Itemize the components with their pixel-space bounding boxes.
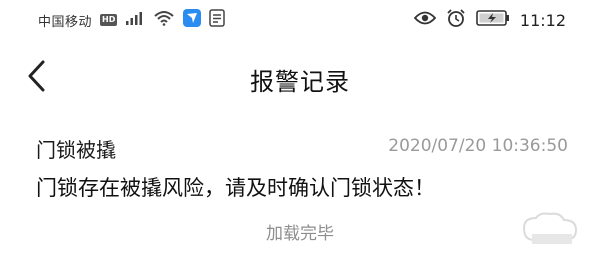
record-message: 门锁存在被撬风险，请及时确认门锁状态！: [36, 176, 435, 200]
record-title: 门锁被撬: [36, 138, 116, 162]
message-icon: [209, 9, 226, 31]
battery-charging-icon: [476, 10, 510, 30]
nav-bar: 报警记录: [0, 48, 600, 108]
signal-icon: [125, 10, 145, 30]
alarm-icon: [446, 8, 466, 32]
app-notification-icon: [183, 9, 202, 31]
load-status: 加载完毕: [266, 224, 334, 244]
eye-icon: [413, 10, 437, 30]
record-timestamp: 2020/07/20 10:36:50: [388, 136, 568, 156]
status-right: 11:12: [413, 8, 566, 32]
carrier-name: 中国移动: [38, 14, 93, 30]
status-left: 中国移动 HD: [38, 9, 226, 31]
hd-badge: HD: [100, 14, 118, 26]
status-bar: 中国移动 HD 11:12: [0, 0, 600, 40]
page-title: 报警记录: [250, 68, 350, 96]
list-item[interactable]: 门锁被撬 2020/07/20 10:36:50 门锁存在被撬风险，请及时确认门…: [0, 128, 600, 208]
status-time: 11:12: [519, 10, 566, 30]
watermark-logo: [518, 210, 582, 250]
wifi-icon: [153, 10, 175, 30]
